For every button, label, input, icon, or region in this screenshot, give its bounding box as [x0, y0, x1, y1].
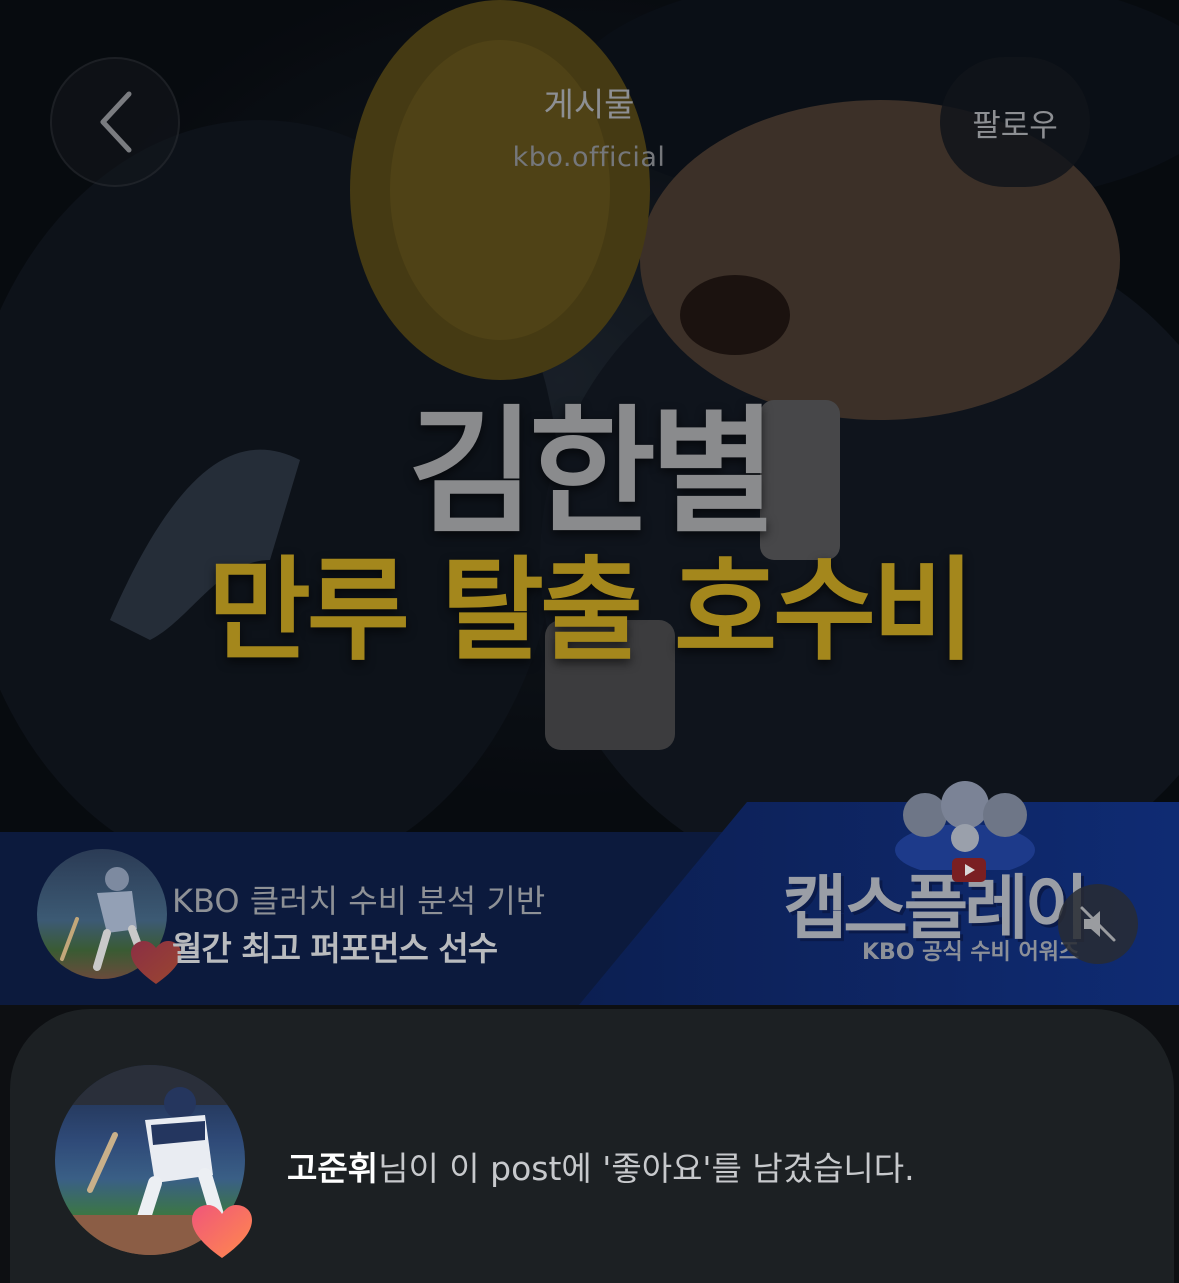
like-message: 님이 이 post에 '좋아요'를 남겼습니다. [378, 1149, 915, 1188]
account-username[interactable]: kbo.official [389, 142, 789, 173]
heart-icon [192, 1205, 252, 1258]
follow-button[interactable]: 팔로우 [940, 57, 1090, 187]
video-headline-sub: 만루 탈출 호수비 [207, 546, 975, 676]
speaker-muted-icon [1080, 906, 1116, 942]
page-title: 게시물 [543, 85, 635, 124]
banner-caption-line2: 월간 최고 퍼포먼스 선수 [172, 929, 498, 968]
brand-subtitle: KBO 공식 수비 어워즈 [862, 940, 1080, 965]
post-header: 게시물 kbo.official [389, 78, 789, 173]
like-notification-text: 고준휘님이 이 post에 '좋아요'를 남겼습니다. [287, 1142, 915, 1190]
banner-caption-line1: KBO 클러치 수비 분석 기반 [172, 882, 546, 920]
chevron-left-icon [100, 91, 132, 153]
liker-username[interactable]: 고준휘 [287, 1149, 378, 1188]
back-button[interactable] [50, 57, 180, 187]
mute-toggle-button[interactable] [1058, 884, 1138, 964]
